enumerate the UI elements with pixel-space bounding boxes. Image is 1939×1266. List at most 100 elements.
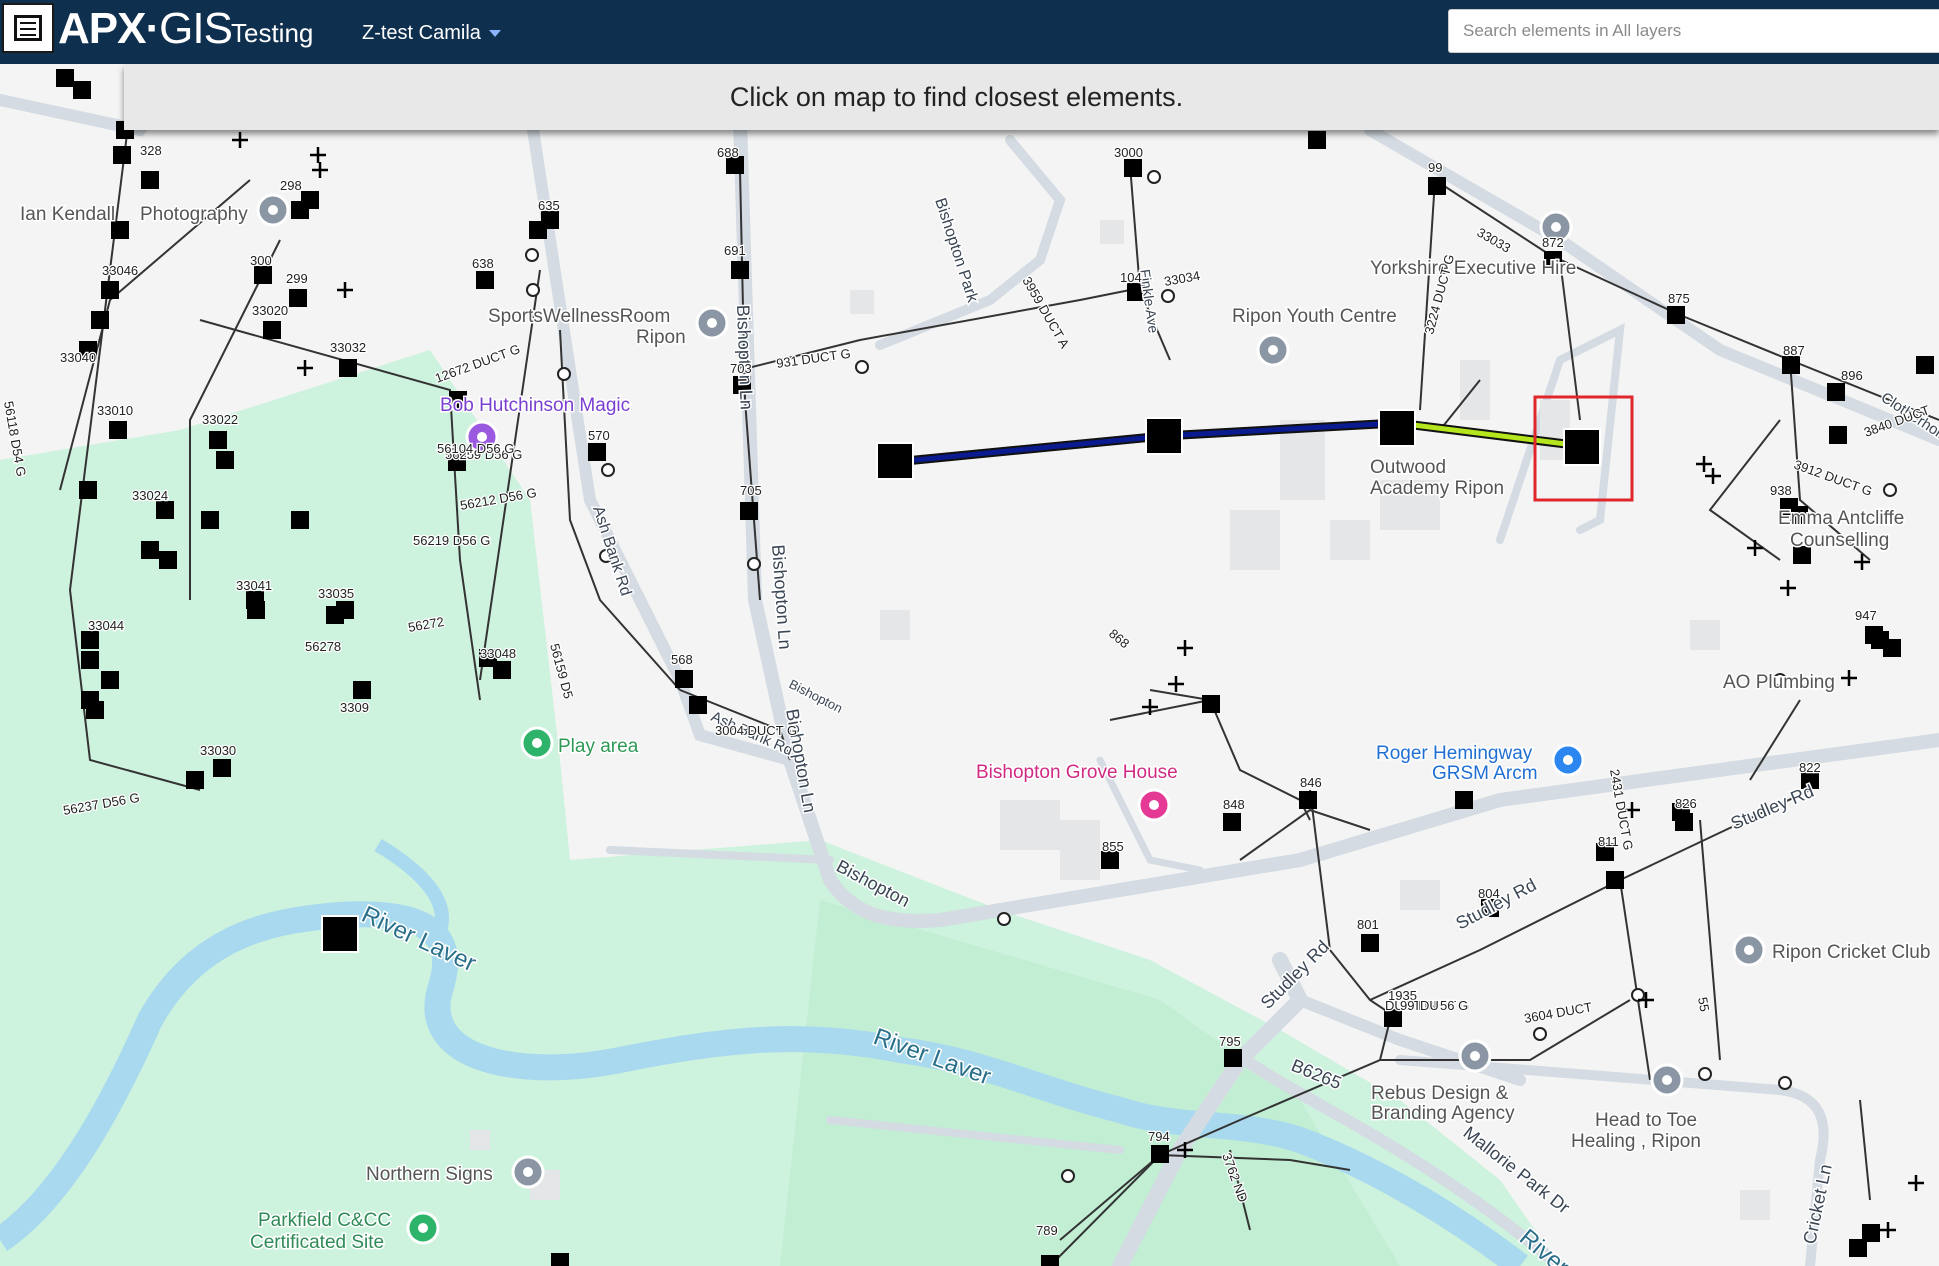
network-node[interactable]	[216, 451, 234, 469]
layers-menu-button[interactable]	[2, 3, 54, 53]
network-splice-point[interactable]	[997, 912, 1011, 926]
network-node[interactable]	[731, 261, 749, 279]
selected-node[interactable]	[1145, 417, 1183, 455]
network-node[interactable]	[109, 421, 127, 439]
network-node[interactable]	[675, 670, 693, 688]
network-node[interactable]	[73, 81, 91, 99]
network-node[interactable]	[1202, 695, 1220, 713]
hotel-pin-icon[interactable]	[1137, 788, 1171, 822]
network-node[interactable]	[246, 591, 264, 609]
network-node[interactable]	[1299, 791, 1317, 809]
network-splice-point[interactable]	[557, 367, 571, 381]
network-node[interactable]	[263, 321, 281, 339]
network-node[interactable]	[186, 771, 204, 789]
selected-node[interactable]	[1563, 428, 1601, 466]
network-node[interactable]	[1883, 639, 1901, 657]
search-input[interactable]	[1448, 9, 1939, 53]
network-splice-point[interactable]	[1883, 483, 1897, 497]
network-node[interactable]	[1455, 791, 1473, 809]
pin-icon[interactable]	[511, 1155, 545, 1189]
network-node[interactable]	[101, 281, 119, 299]
network-node[interactable]	[141, 171, 159, 189]
selected-node[interactable]	[876, 442, 914, 480]
pin-icon[interactable]	[1650, 1063, 1684, 1097]
network-junction-cross[interactable]	[1908, 1175, 1924, 1191]
network-node[interactable]	[289, 289, 307, 307]
network-splice-point[interactable]	[855, 360, 869, 374]
network-node[interactable]	[86, 701, 104, 719]
network-duct-line[interactable]	[1699, 819, 1721, 1061]
network-junction-cross[interactable]	[1780, 580, 1796, 596]
map-canvas[interactable]: Ian Kendall Photography SportsWellnessRoom…	[0, 0, 1939, 1266]
network-node[interactable]	[159, 551, 177, 569]
network-splice-point[interactable]	[1698, 1067, 1712, 1081]
network-junction-cross[interactable]	[232, 132, 248, 148]
network-node[interactable]	[1849, 1239, 1867, 1257]
network-node[interactable]	[588, 443, 606, 461]
selected-node[interactable]	[1378, 409, 1416, 447]
network-node[interactable]	[81, 631, 99, 649]
selected-node[interactable]	[321, 915, 359, 953]
network-node[interactable]	[339, 359, 357, 377]
network-node[interactable]	[541, 211, 559, 229]
network-junction-cross[interactable]	[337, 282, 353, 298]
network-node[interactable]	[689, 696, 707, 714]
network-node[interactable]	[81, 651, 99, 669]
network-node[interactable]	[101, 671, 119, 689]
lock-pin-icon[interactable]	[1551, 743, 1585, 777]
network-node[interactable]	[141, 541, 159, 559]
network-junction-cross[interactable]	[1168, 676, 1184, 692]
pin-icon[interactable]	[1732, 933, 1766, 967]
network-node[interactable]	[113, 146, 131, 164]
network-splice-point[interactable]	[1147, 170, 1161, 184]
network-node[interactable]	[291, 201, 309, 219]
network-node[interactable]	[1782, 356, 1800, 374]
network-junction-cross[interactable]	[297, 360, 313, 376]
network-junction-cross[interactable]	[1841, 670, 1857, 686]
network-node[interactable]	[1667, 306, 1685, 324]
network-node[interactable]	[1675, 813, 1693, 831]
network-node[interactable]	[476, 271, 494, 289]
network-splice-point[interactable]	[525, 248, 539, 262]
network-duct-line[interactable]	[1619, 879, 1651, 1081]
pin-icon[interactable]	[1256, 333, 1290, 367]
network-junction-cross[interactable]	[1705, 468, 1721, 484]
network-node[interactable]	[1827, 383, 1845, 401]
tree-pin-icon[interactable]	[520, 726, 554, 760]
network-splice-point[interactable]	[601, 463, 615, 477]
network-node[interactable]	[1308, 131, 1326, 149]
selected-route-line[interactable]	[894, 433, 1164, 465]
network-junction-cross[interactable]	[310, 147, 326, 163]
network-junction-cross[interactable]	[1747, 540, 1763, 556]
network-node[interactable]	[1041, 1255, 1059, 1266]
network-splice-point[interactable]	[526, 283, 540, 297]
network-splice-point[interactable]	[1533, 1027, 1547, 1041]
network-node[interactable]	[91, 311, 109, 329]
network-node[interactable]	[291, 511, 309, 529]
network-node[interactable]	[1829, 426, 1847, 444]
network-node[interactable]	[56, 69, 74, 87]
network-node[interactable]	[1124, 159, 1142, 177]
network-splice-point[interactable]	[1161, 289, 1175, 303]
map-layer[interactable]: Ian Kendall Photography SportsWellnessRoom…	[0, 0, 1939, 1266]
network-splice-point[interactable]	[747, 557, 761, 571]
network-junction-cross[interactable]	[312, 162, 328, 178]
network-node[interactable]	[1151, 1145, 1169, 1163]
pin-icon[interactable]	[1458, 1039, 1492, 1073]
network-node[interactable]	[201, 511, 219, 529]
network-junction-cross[interactable]	[1854, 554, 1870, 570]
network-node[interactable]	[213, 759, 231, 777]
network-node[interactable]	[1428, 177, 1446, 195]
network-node[interactable]	[1223, 813, 1241, 831]
network-node[interactable]	[1361, 934, 1379, 952]
network-node[interactable]	[353, 681, 371, 699]
network-node[interactable]	[209, 431, 227, 449]
network-node[interactable]	[336, 601, 354, 619]
network-duct-line[interactable]	[1109, 699, 1211, 721]
network-node[interactable]	[551, 1253, 569, 1266]
green-pin-icon[interactable]	[406, 1211, 440, 1245]
network-junction-cross[interactable]	[1696, 456, 1712, 472]
network-node[interactable]	[1224, 1049, 1242, 1067]
camera-pin-icon[interactable]	[256, 193, 290, 227]
network-node[interactable]	[79, 481, 97, 499]
